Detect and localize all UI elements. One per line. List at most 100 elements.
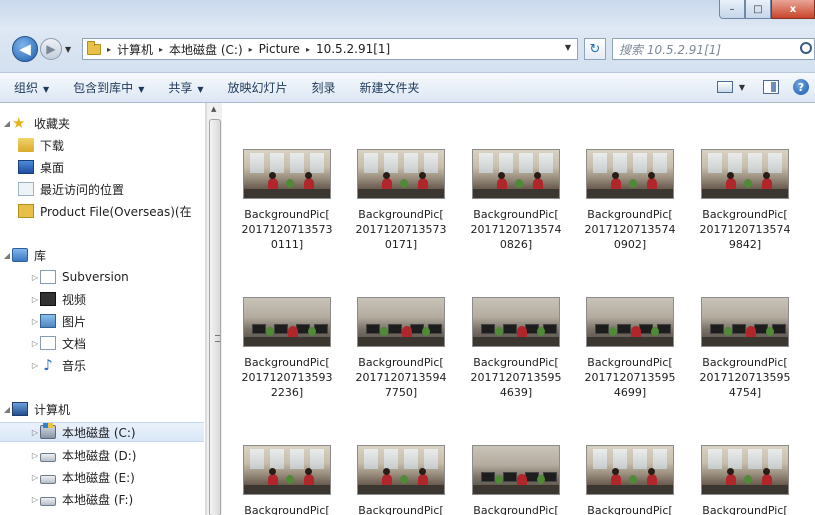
- search-icon[interactable]: [800, 42, 812, 54]
- slideshow-button[interactable]: 放映幻灯片: [228, 79, 288, 96]
- file-tile[interactable]: BackgroundPic[: [348, 445, 454, 515]
- expand-icon[interactable]: ▷: [30, 361, 40, 370]
- breadcrumb-computer[interactable]: 计算机: [117, 41, 153, 58]
- search-placeholder: 搜索 10.5.2.91[1]: [619, 42, 722, 57]
- nav-item-desktop[interactable]: 桌面: [18, 157, 64, 177]
- nav-libraries-header[interactable]: ◢ 库: [2, 245, 46, 265]
- file-tile[interactable]: BackgroundPic[: [577, 445, 683, 515]
- chevron-down-icon[interactable]: ▼: [739, 83, 745, 92]
- file-tile[interactable]: BackgroundPic[ 2017120713574 9842]: [692, 149, 798, 252]
- file-tile[interactable]: BackgroundPic[: [463, 445, 569, 515]
- refresh-button[interactable]: ↻: [584, 38, 606, 60]
- nav-item-label: Product File(Overseas)(在: [40, 204, 192, 219]
- expand-icon[interactable]: ▷: [30, 495, 40, 504]
- file-name: BackgroundPic[ 2017120713595 4699]: [584, 356, 676, 399]
- image-thumbnail: [472, 297, 560, 347]
- nav-computer-header[interactable]: ◢ 计算机: [2, 399, 70, 419]
- address-bar[interactable]: ▸ 计算机 ▸ 本地磁盘 (C:) ▸ Picture ▸ 10.5.2.91[…: [82, 38, 578, 60]
- recent-pages-dropdown-icon[interactable]: ▼: [65, 45, 71, 54]
- file-tile[interactable]: BackgroundPic[ 2017120713573 0171]: [348, 149, 454, 252]
- collapse-icon[interactable]: ◢: [2, 405, 12, 414]
- help-icon[interactable]: ?: [793, 79, 809, 95]
- nav-item-subversion[interactable]: ▷ Subversion: [30, 267, 129, 287]
- nav-item-drive-c[interactable]: ▷ 本地磁盘 (C:): [0, 422, 204, 442]
- image-thumbnail: [357, 297, 445, 347]
- file-tile[interactable]: BackgroundPic[ 2017120713593 2236]: [234, 297, 340, 400]
- image-thumbnail: [357, 445, 445, 495]
- collapse-icon[interactable]: ◢: [2, 251, 12, 260]
- file-name: BackgroundPic[ 2017120713593 2236]: [241, 356, 333, 399]
- library-icon: [12, 248, 28, 262]
- nav-item-documents[interactable]: ▷ 文档: [30, 333, 86, 353]
- include-in-library-menu[interactable]: 包含到库中 ▼: [73, 79, 144, 96]
- nav-item-music[interactable]: ▷ ♪ 音乐: [30, 355, 86, 375]
- nav-item-label: 音乐: [62, 358, 87, 373]
- file-tile[interactable]: BackgroundPic[: [692, 445, 798, 515]
- downloads-icon: [18, 138, 34, 152]
- expand-icon[interactable]: ▷: [30, 295, 40, 304]
- breadcrumb-current-folder[interactable]: 10.5.2.91[1]: [316, 42, 390, 56]
- breadcrumb-picture[interactable]: Picture: [259, 42, 300, 56]
- burn-button[interactable]: 刻录: [312, 79, 336, 96]
- expand-icon[interactable]: ▷: [30, 473, 40, 482]
- organize-menu[interactable]: 组织 ▼: [14, 79, 49, 96]
- file-tile[interactable]: BackgroundPic[ 2017120713595 4639]: [463, 297, 569, 400]
- file-tile[interactable]: BackgroundPic[ 2017120713574 0902]: [577, 149, 683, 252]
- expand-icon[interactable]: ▷: [30, 428, 40, 437]
- nav-item-recent-places[interactable]: 最近访问的位置: [18, 179, 124, 199]
- nav-item-drive-e[interactable]: ▷ 本地磁盘 (E:): [30, 467, 135, 487]
- file-tile[interactable]: BackgroundPic[ 2017120713595 4754]: [692, 297, 798, 400]
- scroll-up-icon[interactable]: ▲: [211, 105, 216, 113]
- file-tile[interactable]: BackgroundPic[ 2017120713573 0111]: [234, 149, 340, 252]
- folder-icon: [18, 204, 34, 218]
- nav-item-label: 图片: [62, 314, 87, 329]
- forward-button[interactable]: ▶: [40, 38, 62, 60]
- collapse-icon[interactable]: ◢: [2, 119, 12, 128]
- preview-pane-icon[interactable]: [763, 80, 779, 94]
- nav-favorites-label: 收藏夹: [34, 116, 71, 131]
- nav-item-videos[interactable]: ▷ 视频: [30, 289, 86, 309]
- share-menu[interactable]: 共享 ▼: [168, 79, 203, 96]
- file-tile[interactable]: BackgroundPic[ 2017120713574 0826]: [463, 149, 569, 252]
- nav-item-pictures[interactable]: ▷ 图片: [30, 311, 86, 331]
- nav-item-downloads[interactable]: 下载: [18, 135, 64, 155]
- breadcrumb-drive-c[interactable]: 本地磁盘 (C:): [169, 41, 243, 58]
- close-button[interactable]: x: [771, 0, 815, 19]
- breadcrumb-separator[interactable]: ▸: [107, 45, 111, 54]
- file-name: BackgroundPic[: [473, 504, 559, 515]
- file-tile[interactable]: BackgroundPic[ 2017120713594 7750]: [348, 297, 454, 400]
- folder-icon: [87, 40, 101, 55]
- minimize-button[interactable]: –: [719, 0, 745, 19]
- navigation-scrollbar[interactable]: ▲: [206, 103, 222, 515]
- expand-icon[interactable]: ▷: [30, 273, 40, 282]
- new-folder-button[interactable]: 新建文件夹: [360, 79, 420, 96]
- file-tile[interactable]: BackgroundPic[: [234, 445, 340, 515]
- breadcrumb-separator[interactable]: ▸: [306, 45, 310, 54]
- nav-item-drive-d[interactable]: ▷ 本地磁盘 (D:): [30, 445, 137, 465]
- back-button[interactable]: ◀: [12, 36, 38, 62]
- expand-icon[interactable]: ▷: [30, 451, 40, 460]
- image-thumbnail: [586, 445, 674, 495]
- file-name: BackgroundPic[ 2017120713574 9842]: [699, 208, 791, 251]
- file-tile[interactable]: BackgroundPic[ 2017120713595 4699]: [577, 297, 683, 400]
- nav-item-drive-f[interactable]: ▷ 本地磁盘 (F:): [30, 489, 133, 509]
- expand-icon[interactable]: ▷: [30, 339, 40, 348]
- computer-icon: [12, 402, 28, 416]
- file-name: BackgroundPic[: [587, 504, 673, 515]
- breadcrumb-separator[interactable]: ▸: [159, 45, 163, 54]
- nav-favorites-header[interactable]: ◢ ★ 收藏夹: [2, 113, 70, 133]
- file-name: BackgroundPic[: [358, 504, 444, 515]
- maximize-button[interactable]: □: [745, 0, 771, 19]
- share-label: 共享: [168, 81, 193, 95]
- change-view-icon[interactable]: [716, 81, 733, 93]
- nav-item-product-file[interactable]: Product File(Overseas)(在: [18, 201, 192, 221]
- search-input[interactable]: 搜索 10.5.2.91[1]: [612, 38, 815, 60]
- title-bar: – □ x ◀ ▶ ▼ ▸ 计算机 ▸ 本地磁盘 (C:) ▸ Picture …: [0, 0, 815, 72]
- breadcrumb-separator[interactable]: ▸: [249, 45, 253, 54]
- recent-places-icon: [18, 182, 34, 196]
- address-dropdown-icon[interactable]: ▼: [565, 43, 571, 52]
- nav-item-label: 下载: [40, 138, 65, 153]
- expand-icon[interactable]: ▷: [30, 317, 40, 326]
- scrollbar-thumb[interactable]: [209, 119, 221, 515]
- drive-icon: [40, 452, 56, 462]
